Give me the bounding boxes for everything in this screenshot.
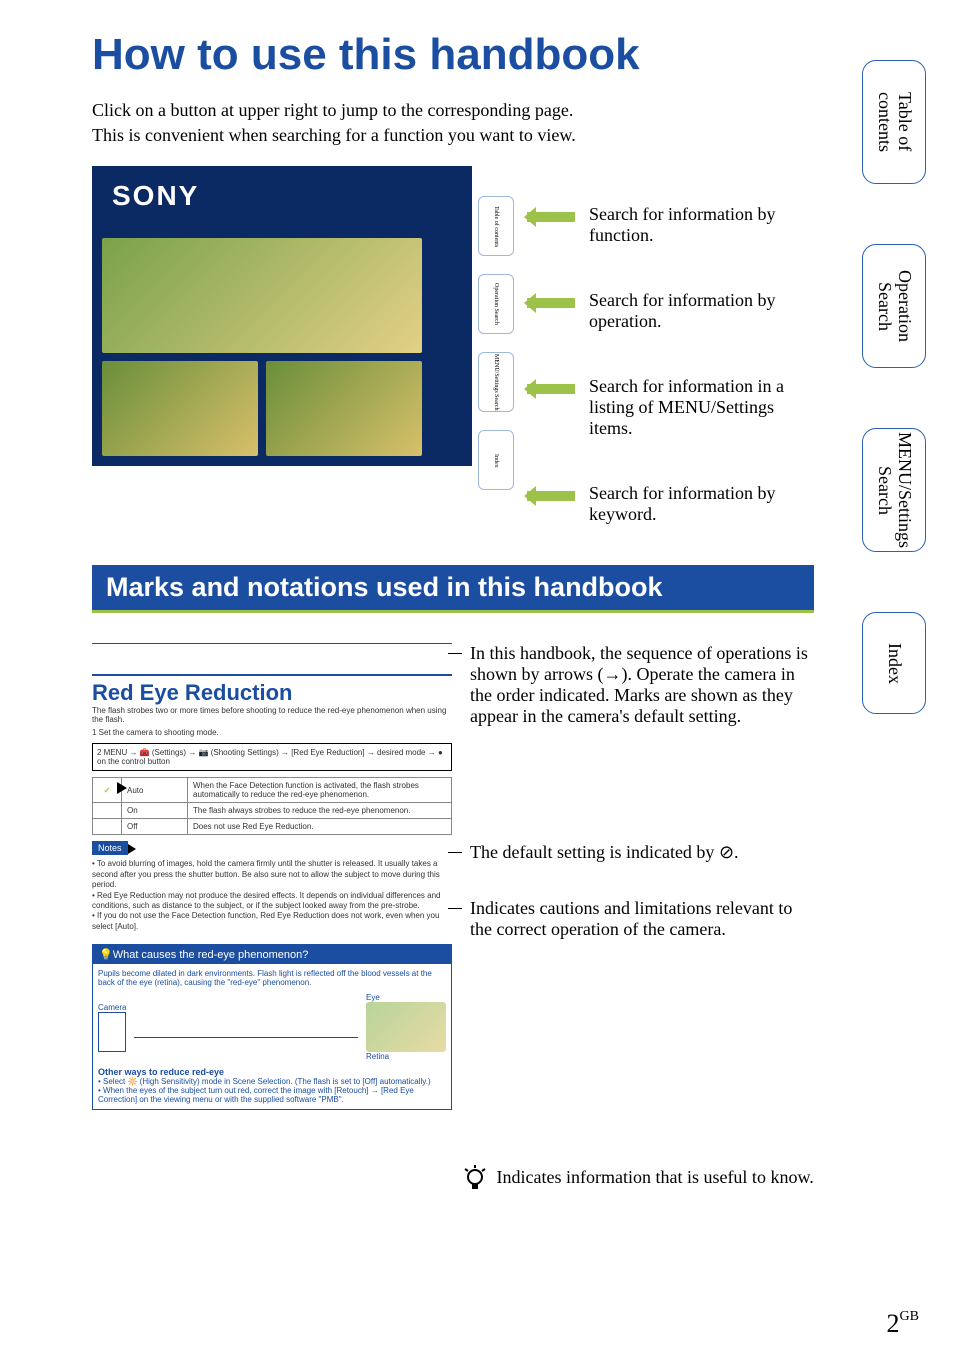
page-number: 2GB: [887, 1309, 919, 1339]
diagram-eye: Eye Retina: [366, 993, 446, 1061]
mini-tab-menu[interactable]: MENU/Settings Search: [478, 352, 514, 412]
option-name: Auto: [122, 778, 188, 803]
tab-operation-search[interactable]: Operation Search: [862, 244, 926, 368]
mini-tab-column: Table of contents Operation Search MENU/…: [472, 166, 524, 525]
tip-box: 💡What causes the red-eye phenomenon? Pup…: [92, 944, 452, 1110]
callout-sequence: In this handbook, the sequence of operat…: [462, 643, 814, 727]
sample-table: ✓ Auto When the Face Detection function …: [92, 777, 452, 835]
sample-cover: SONY: [92, 166, 472, 466]
tab-menu-settings-search[interactable]: MENU/Settings Search: [862, 428, 926, 552]
tab-index[interactable]: Index: [862, 612, 926, 714]
arrow-descriptions: Search for information by function. Sear…: [524, 166, 814, 525]
check-icon: ⊘: [719, 842, 734, 862]
mini-tab-operation[interactable]: Operation Search: [478, 274, 514, 334]
callout-tip: Indicates information that is useful to …: [462, 1165, 814, 1193]
table-row: On The flash always strobes to reduce th…: [93, 803, 452, 819]
intro-line-2: This is convenient when searching for a …: [92, 125, 576, 145]
other-ways-items: • Select 🔆 (High Sensitivity) mode in Sc…: [98, 1077, 446, 1104]
mini-tab-index[interactable]: Index: [478, 430, 514, 490]
callout-cautions: Indicates cautions and limitations relev…: [462, 898, 814, 940]
sample-photo: [102, 361, 258, 456]
other-ways-title: Other ways to reduce red-eye: [98, 1067, 446, 1077]
bulb-icon: 💡: [99, 949, 113, 961]
arrow-desc-index: Search for information by keyword.: [524, 483, 814, 525]
option-desc: When the Face Detection function is acti…: [188, 778, 452, 803]
option-name: On: [122, 803, 188, 819]
page-title: How to use this handbook: [92, 30, 814, 80]
option-name: Off: [122, 819, 188, 835]
check-icon: ✓: [93, 778, 122, 803]
sony-logo: SONY: [92, 166, 472, 220]
table-row: Off Does not use Red Eye Reduction.: [93, 819, 452, 835]
tab-table-of-contents[interactable]: Table of contents: [862, 60, 926, 184]
sample-photo: [266, 361, 422, 456]
notes-badge: Notes: [92, 841, 128, 855]
sample-step-1: 1 Set the camera to shooting mode.: [92, 728, 452, 737]
notes-row: Notes: [92, 841, 452, 855]
tip-heading: 💡What causes the red-eye phenomenon?: [93, 945, 451, 964]
marks-figure: Red Eye Reduction The flash strobes two …: [92, 643, 814, 1193]
diagram-camera: Camera: [98, 1003, 126, 1052]
notes-list: • To avoid blurring of images, hold the …: [92, 855, 452, 936]
sample-step-2: 2 MENU → 🧰 (Settings) → 📷 (Shooting Sett…: [92, 743, 452, 771]
bulb-icon: [462, 1165, 488, 1193]
tip-body: Pupils become dilated in dark environmen…: [93, 964, 451, 1109]
sample-thumbnails: [102, 238, 422, 456]
mini-tab-toc[interactable]: Table of contents: [478, 196, 514, 256]
content-column: How to use this handbook Click on a butt…: [0, 0, 954, 1193]
page: How to use this handbook Click on a butt…: [0, 0, 954, 1369]
table-row: ✓ Auto When the Face Detection function …: [93, 778, 452, 803]
overview-figure: SONY Table of contents Operation Search …: [92, 166, 814, 525]
sample-photo: [102, 238, 422, 353]
intro-text: Click on a button at upper right to jump…: [92, 98, 814, 148]
callouts: In this handbook, the sequence of operat…: [462, 643, 814, 1193]
option-desc: Does not use Red Eye Reduction.: [188, 819, 452, 835]
sample-lede: The flash strobes two or more times befo…: [92, 706, 452, 724]
callout-default: The default setting is indicated by ⊘.: [462, 842, 814, 863]
section-heading: Marks and notations used in this handboo…: [92, 565, 814, 613]
sample-title: Red Eye Reduction: [92, 674, 452, 706]
arrow-desc-menu: Search for information in a listing of M…: [524, 376, 814, 439]
intro-line-1: Click on a button at upper right to jump…: [92, 100, 573, 120]
arrow-desc-operation: Search for information by operation.: [524, 290, 814, 332]
arrow-desc-function: Search for information by function.: [524, 204, 814, 246]
sample-page: Red Eye Reduction The flash strobes two …: [92, 643, 452, 1193]
option-desc: The flash always strobes to reduce the r…: [188, 803, 452, 819]
tip-diagram: Camera Eye Retina: [98, 993, 446, 1061]
side-tabs: Table of contents Operation Search MENU/…: [862, 60, 926, 714]
